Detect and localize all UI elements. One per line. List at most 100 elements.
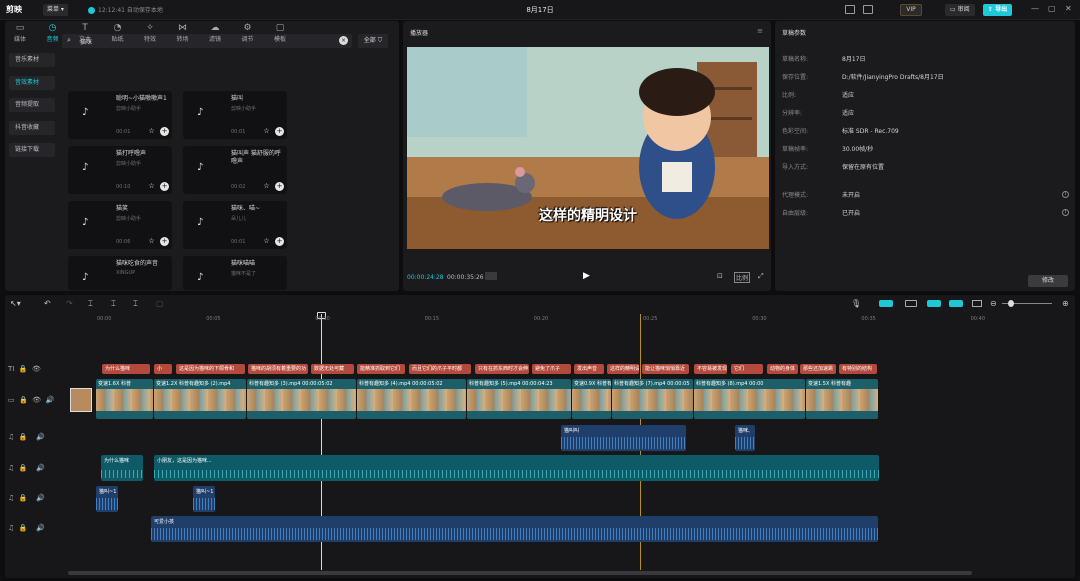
fullscreen-crop-icon[interactable]: ⊡ [717,272,723,280]
add-icon[interactable]: + [160,237,169,246]
voice-clip[interactable]: 小朋友，这是因为猫咪... [154,455,879,481]
voice-clip[interactable]: 为什么猫咪 [101,455,143,481]
audio-card[interactable]: ♪ 猫咪喵喵 猫咪不是了 [183,256,287,290]
tab-7[interactable]: ⚙ 调节 [236,23,260,43]
cover-thumbnail[interactable] [70,388,92,412]
tab-4[interactable]: ✧ 特效 [138,23,162,43]
tab-3[interactable]: ◔ 贴纸 [106,23,130,43]
timeline-scrollbar[interactable] [68,571,972,575]
category-3[interactable]: 抖音收藏 [9,120,55,135]
tab-6[interactable]: ☁ 滤镜 [203,23,227,43]
add-icon[interactable]: + [275,237,284,246]
minimize-icon[interactable]: — [1031,4,1039,13]
favorite-icon[interactable]: ☆ [147,237,156,246]
caption-clip[interactable]: 发出声音 [574,364,604,374]
fullscreen-icon[interactable]: ⤢ [758,272,764,281]
filter-button[interactable]: 全部 ⛉ [358,34,388,48]
review-button[interactable]: ▭ 审阅 [945,4,975,16]
video-clip[interactable]: 科普有趣知多 (5).mp4 00:00:04:23 [467,379,571,419]
video-clip[interactable]: 变速1.5X 科普有趣 [806,379,878,419]
clear-search-icon[interactable]: × [339,36,348,45]
caption-clip[interactable]: 它们 [731,364,763,374]
zoom-out-icon[interactable]: ⊖ [990,299,997,308]
audio-card[interactable]: ♪ 猫叫 剪映小助手 00:01 ☆ + [183,91,287,139]
video-clip[interactable]: 变速0.9X 科普有趣 [572,379,611,419]
keyboard-icon[interactable] [845,5,855,14]
category-0[interactable]: 音乐素材 [9,53,55,67]
video-clip[interactable]: 变速1.6X 科普 [96,379,153,419]
sfx-clip[interactable]: 猫咪、 [735,425,755,451]
caption-clip[interactable]: 小 [154,364,172,374]
info-icon[interactable]: i [1062,191,1069,198]
caption-clip[interactable]: 而且它们的爪子平时都 [409,364,471,374]
favorite-icon[interactable]: ☆ [262,127,271,136]
caption-clip[interactable]: 有特别的结构 [839,364,877,374]
tab-2[interactable]: T 文本 [73,23,97,43]
caption-clip[interactable]: 这是因为猫咪的下颌骨和 [176,364,245,374]
player-menu-icon[interactable]: ≡ [757,27,763,35]
caption-clip[interactable]: 只有在抓东西时才会伸 [475,364,529,374]
caption-clip[interactable]: 动物的身体 [767,364,798,374]
favorite-icon[interactable]: ☆ [262,237,271,246]
info-icon[interactable]: i [1062,209,1069,216]
microphone-icon[interactable]: 🎙 [851,299,861,308]
tab-5[interactable]: ⋈ 转场 [171,23,195,43]
delete-left-icon[interactable]: ⌶ [111,299,116,309]
linkage-icon[interactable] [949,300,963,307]
select-tool-icon[interactable]: ↖▾ [10,299,21,308]
video-clip[interactable]: 科普有趣知多 (3).mp4 00:00:05:02 [247,379,356,419]
caption-clip[interactable]: 不容易被发现 [694,364,727,374]
timeline-toggle-icon[interactable] [485,272,497,280]
play-icon[interactable]: ▶ [583,271,590,281]
delete-right-icon[interactable]: ⌶ [133,299,138,309]
category-2[interactable]: 音频提取 [9,98,55,112]
delete-icon[interactable]: ▢ [156,299,164,308]
caption-clip[interactable]: 为什么猫咪 [102,364,150,374]
caption-clip[interactable]: 数据无处可藏 [311,364,354,374]
preview-axis-icon[interactable] [927,300,941,307]
favorite-icon[interactable]: ☆ [147,127,156,136]
add-icon[interactable]: + [275,182,284,191]
redo-icon[interactable]: ↷ [66,299,73,308]
meow-clip[interactable]: 猫叫~1 [96,486,118,512]
caption-clip[interactable]: 这样的精明设计 [607,364,639,374]
zoom-fit-icon[interactable]: ⊕ [1062,299,1069,308]
meow-clip[interactable]: 猫叫~1 [193,486,215,512]
add-icon[interactable]: + [275,127,284,136]
audio-card[interactable]: ♪ 猫打呼噜声 剪映小助手 00:10 ☆ + [68,146,172,194]
audio-card[interactable]: ♪ 猫咪、喵~ 朵儿儿 00:01 ☆ + [183,201,287,249]
close-icon[interactable]: ✕ [1065,4,1072,13]
ratio-icon[interactable]: 比例 [734,272,751,283]
magnet-icon[interactable] [905,300,917,307]
video-clip[interactable]: 变速1.2X 科普有趣知多 (2).mp4 [154,379,246,419]
favorite-icon[interactable]: ☆ [262,182,271,191]
audio-card[interactable]: ♪ 猫笑 剪映小助手 00:06 ☆ + [68,201,172,249]
tab-8[interactable]: ▢ 模板 [268,23,292,43]
video-clip[interactable]: 科普有趣知多 (4).mp4 00:00:05:02 [357,379,466,419]
link-toggle-icon[interactable] [879,300,893,307]
audio-card[interactable]: ♪ 聪明~小猫嗷嗷声1 剪映小助手 00:01 ☆ + [68,91,172,139]
video-preview[interactable]: 这样的精明设计 [407,47,769,249]
modify-button[interactable]: 修改 [1028,275,1068,287]
split-icon[interactable]: ⌶ [88,299,93,309]
vip-badge[interactable]: VIP [900,4,922,16]
layout-icon[interactable] [863,5,873,14]
export-button[interactable]: ⇪ 导出 [983,4,1013,16]
tab-0[interactable]: ▭ 媒体 [8,23,32,43]
caption-clip[interactable]: 能让猫咪悄悄靠近 [642,364,689,374]
category-4[interactable]: 链接下载 [9,143,55,157]
audio-card[interactable]: ♪ 猫咪吃食的声音 XINGUP [68,256,172,290]
video-clip[interactable]: 科普有趣知多 (7).mp4 00:00:05 [612,379,693,419]
music-clip[interactable]: 可爱小孩 [151,516,878,542]
undo-icon[interactable]: ↶ [44,299,51,308]
favorite-icon[interactable]: ☆ [147,182,156,191]
caption-clip[interactable]: 猫咪的胡须有着重要的功 [248,364,308,374]
tab-1[interactable]: ◷ 音频 [41,23,65,43]
video-clip[interactable]: 科普有趣知多 (8).mp4 00:00 [694,379,805,419]
category-1[interactable]: 音效素材 [9,75,55,90]
caption-clip[interactable]: 能精准抓取到它们 [357,364,405,374]
caption-clip[interactable]: 避免了爪子 [532,364,571,374]
caption-clip[interactable]: 那些还加速跳 [800,364,836,374]
sfx-clip[interactable]: 猫叫叫 [561,425,686,451]
add-icon[interactable]: + [160,182,169,191]
